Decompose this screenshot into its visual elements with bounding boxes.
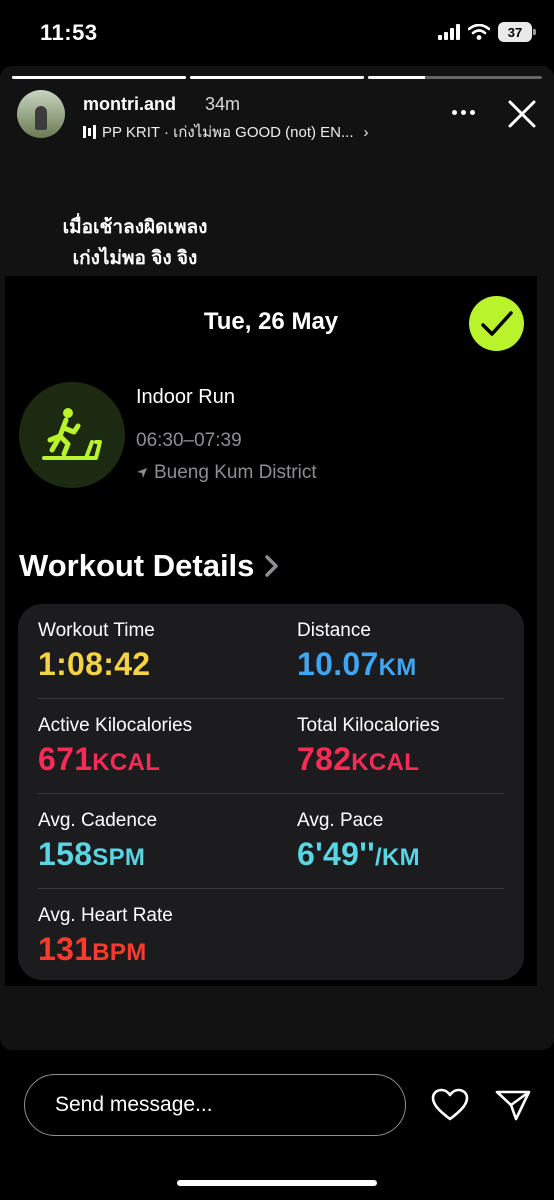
send-message-input[interactable]: Send message... bbox=[24, 1074, 406, 1136]
metric-value: 131BPM bbox=[38, 931, 268, 968]
metric-workout-time: Workout Time 1:08:42 bbox=[38, 620, 268, 683]
metric-value: 10.07KM bbox=[297, 646, 527, 683]
metric-label: Total Kilocalories bbox=[297, 715, 440, 736]
metric-value: 671KCAL bbox=[38, 741, 268, 778]
metric-label: Distance bbox=[297, 620, 371, 641]
treadmill-run-icon bbox=[19, 382, 125, 488]
divider bbox=[38, 698, 504, 699]
metric-label: Workout Time bbox=[38, 620, 155, 641]
metric-number: 10.07 bbox=[297, 646, 379, 682]
progress-segment bbox=[190, 76, 364, 79]
metric-unit: KM bbox=[378, 654, 417, 681]
music-text: PP KRIT · เก่งไม่พอ GOOD (not) EN... bbox=[102, 124, 354, 141]
workout-date: Tue, 26 May bbox=[203, 308, 339, 335]
metric-unit: BPM bbox=[92, 939, 147, 966]
metric-total-kcal: Total Kilocalories 782KCAL bbox=[297, 715, 527, 778]
story-progress bbox=[12, 76, 542, 79]
heart-icon[interactable] bbox=[431, 1088, 469, 1122]
more-options-button[interactable] bbox=[448, 102, 478, 122]
reply-bar: Send message... bbox=[0, 1050, 554, 1200]
workout-title: Indoor Run bbox=[136, 386, 235, 408]
metric-number: 6'49'' bbox=[297, 836, 376, 872]
workout-details-link[interactable]: Workout Details bbox=[19, 548, 280, 584]
metric-number: 782 bbox=[297, 741, 352, 777]
metric-label: Avg. Cadence bbox=[38, 810, 158, 831]
location-text: Bueng Kum District bbox=[154, 462, 317, 483]
progress-fill bbox=[368, 76, 426, 79]
time-ago: 34m bbox=[205, 94, 241, 114]
metric-value: 782KCAL bbox=[297, 741, 527, 778]
metric-label: Avg. Heart Rate bbox=[38, 905, 173, 926]
workout-card: Tue, 26 May Indoor Run 06:30–07:39 Bueng… bbox=[5, 276, 537, 986]
location-arrow-icon bbox=[137, 468, 147, 478]
battery-icon: 37 bbox=[498, 22, 536, 42]
metric-value: 1:08:42 bbox=[38, 646, 268, 683]
metric-value: 6'49''/KM bbox=[297, 836, 527, 873]
metric-number: 671 bbox=[38, 741, 93, 777]
status-time: 11:53 bbox=[40, 20, 98, 45]
metric-label: Active Kilocalories bbox=[38, 715, 193, 736]
progress-segment bbox=[368, 76, 542, 79]
chevron-right-icon bbox=[265, 555, 279, 577]
metric-value: 158SPM bbox=[38, 836, 268, 873]
cellular-signal-icon bbox=[438, 24, 460, 40]
caption-line: เก่งไม่พอ จิง จิง bbox=[72, 248, 198, 269]
metric-avg-pace: Avg. Pace 6'49''/KM bbox=[297, 810, 527, 873]
progress-fill bbox=[12, 76, 186, 79]
metric-active-kcal: Active Kilocalories 671KCAL bbox=[38, 715, 268, 778]
metric-unit: KCAL bbox=[351, 749, 420, 776]
wifi-icon bbox=[468, 24, 490, 40]
metric-avg-heart-rate: Avg. Heart Rate 131BPM bbox=[38, 905, 268, 968]
close-icon[interactable] bbox=[506, 98, 538, 130]
username[interactable]: montri.and bbox=[83, 94, 176, 115]
metric-avg-cadence: Avg. Cadence 158SPM bbox=[38, 810, 268, 873]
chevron-right-icon: › bbox=[363, 123, 369, 141]
metric-unit: /KM bbox=[375, 844, 420, 871]
metric-unit: SPM bbox=[92, 844, 146, 871]
divider bbox=[38, 888, 504, 889]
workout-location: Bueng Kum District bbox=[136, 462, 317, 484]
progress-segment bbox=[12, 76, 186, 79]
metric-number: 1:08:42 bbox=[38, 646, 151, 682]
status-icons: 37 bbox=[438, 22, 536, 42]
story-viewer[interactable]: montri.and 34m PP KRIT · เก่งไม่พอ GOOD … bbox=[0, 66, 554, 1050]
metric-unit: KCAL bbox=[92, 749, 161, 776]
workout-time-range: 06:30–07:39 bbox=[136, 430, 242, 451]
status-bar: 11:53 37 bbox=[0, 0, 554, 66]
divider bbox=[38, 793, 504, 794]
caption-line: เมื่อเช้าลงผิดเพลง bbox=[62, 217, 208, 238]
metric-distance: Distance 10.07KM bbox=[297, 620, 527, 683]
checkmark-icon bbox=[469, 296, 524, 351]
story-header: montri.and 34m PP KRIT · เก่งไม่พอ GOOD … bbox=[17, 90, 538, 141]
details-heading-text: Workout Details bbox=[19, 548, 255, 583]
metric-label: Avg. Pace bbox=[297, 810, 384, 831]
metrics-panel: Workout Time 1:08:42 Distance 10.07KM Ac… bbox=[18, 604, 524, 980]
music-bars-icon bbox=[83, 125, 96, 139]
progress-fill bbox=[190, 76, 364, 79]
metric-number: 131 bbox=[38, 931, 93, 967]
send-icon[interactable] bbox=[494, 1088, 532, 1122]
metric-number: 158 bbox=[38, 836, 93, 872]
avatar[interactable] bbox=[17, 90, 65, 138]
home-indicator bbox=[177, 1180, 377, 1186]
music-attribution[interactable]: PP KRIT · เก่งไม่พอ GOOD (not) EN... › bbox=[83, 120, 423, 144]
